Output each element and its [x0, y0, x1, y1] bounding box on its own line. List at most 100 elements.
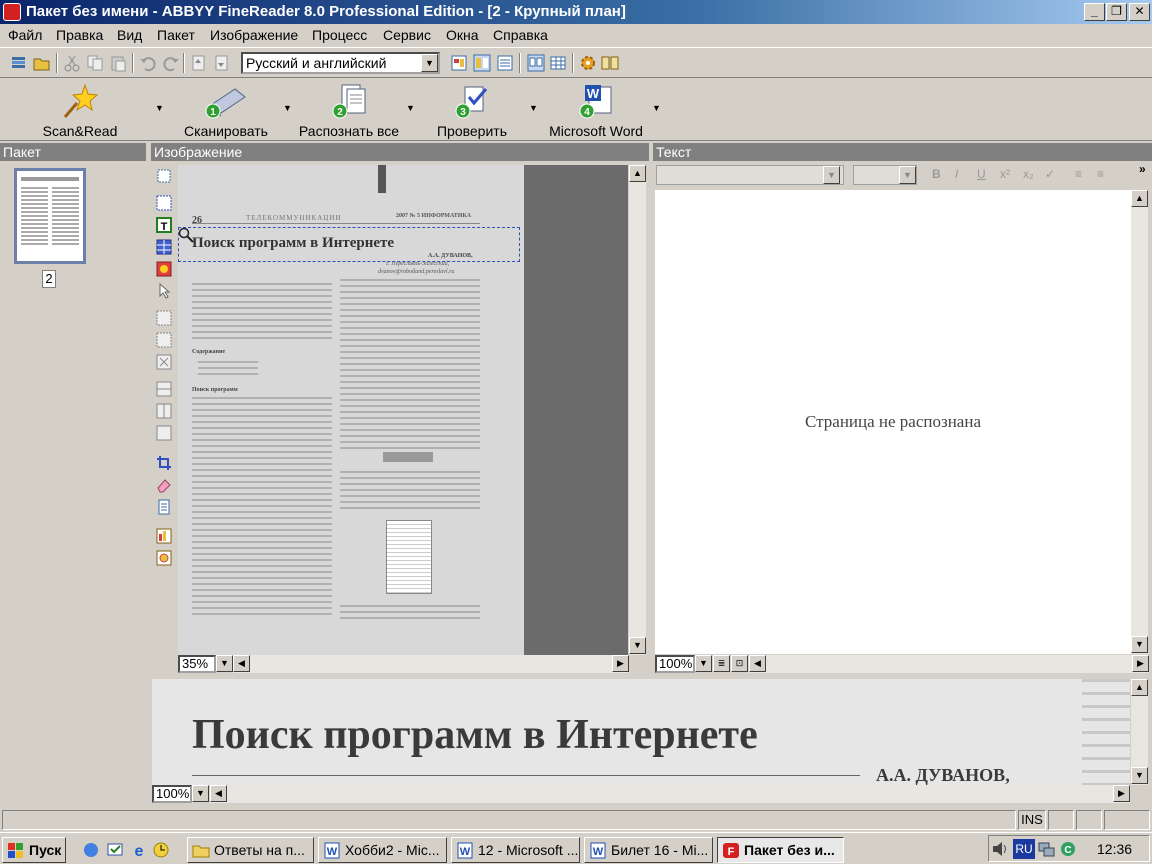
close-button[interactable]: ✕ [1129, 3, 1150, 21]
scroll-right-icon[interactable]: ▶ [1113, 785, 1130, 802]
scroll-down-icon[interactable]: ▼ [629, 637, 646, 654]
add-area-icon[interactable] [156, 310, 172, 326]
start-button[interactable]: Пуск [2, 837, 66, 863]
task-word-12[interactable]: W 12 - Microsoft ... [451, 837, 580, 863]
layout-text-icon[interactable] [496, 54, 514, 72]
eraser-icon[interactable] [156, 477, 172, 493]
font-size-dropdown-icon[interactable]: ▼ [899, 166, 916, 184]
restore-button[interactable]: ❐ [1106, 3, 1127, 21]
menu-file[interactable]: Файл [8, 27, 42, 43]
volume-icon[interactable] [991, 840, 1009, 858]
zoom-zoom-dropdown[interactable]: ▼ [192, 785, 209, 802]
align-left-icon[interactable]: ≡ [1075, 167, 1082, 181]
text-zoom-input[interactable]: 100% [655, 655, 695, 673]
font-dropdown-icon[interactable]: ▼ [823, 166, 840, 184]
scan-dropdown[interactable]: ▼ [283, 103, 293, 113]
italic-icon[interactable]: I [955, 167, 958, 181]
superscript-icon[interactable]: x² [1000, 167, 1010, 181]
text-hscrollbar[interactable]: ◀ ▶ [749, 655, 1149, 673]
language-indicator[interactable]: RU [1013, 839, 1035, 859]
task-finereader[interactable]: F Пакет без и... [717, 837, 844, 863]
image-vscrollbar[interactable]: ▲ ▼ [629, 165, 646, 655]
redo-icon[interactable] [162, 54, 180, 72]
task-word-hobby[interactable]: W Хобби2 - Mic... [318, 837, 447, 863]
picture-area-icon[interactable] [156, 261, 172, 277]
open-icon[interactable] [33, 54, 51, 72]
subscript-icon[interactable]: x₂ [1023, 167, 1034, 181]
recognize-all-button[interactable]: 2 Распознать все [296, 79, 402, 141]
scroll-left-icon[interactable]: ◀ [749, 655, 766, 672]
image-hscrollbar[interactable]: ◀ ▶ [233, 655, 629, 673]
task-folder-answers[interactable]: Ответы на п... [187, 837, 314, 863]
view-mode-text-icon[interactable]: ≣ [713, 655, 730, 672]
scroll-up-icon[interactable]: ▲ [629, 165, 646, 182]
menu-tools[interactable]: Сервис [383, 27, 431, 43]
delete-area-icon[interactable] [156, 354, 172, 370]
menu-help[interactable]: Справка [493, 27, 548, 43]
view-mode-page-icon[interactable]: ⊡ [731, 655, 748, 672]
chevron-down-icon[interactable]: ▼ [421, 54, 438, 72]
menu-image[interactable]: Изображение [210, 27, 298, 43]
language-select[interactable]: Русский и английский [241, 52, 440, 74]
zoom-hscrollbar[interactable]: ◀ ▶ [210, 785, 1130, 803]
pointer-icon[interactable] [156, 283, 172, 299]
page-down-icon[interactable] [213, 54, 231, 72]
quicklaunch-clock-icon[interactable] [152, 841, 170, 859]
spell-check-icon[interactable]: ✓ [1045, 167, 1055, 181]
scroll-down-icon[interactable]: ▼ [1131, 636, 1148, 653]
scroll-right-icon[interactable]: ▶ [612, 655, 629, 672]
select-area-icon[interactable] [156, 195, 172, 211]
cut-area-icon[interactable] [156, 332, 172, 348]
page-thumbnail[interactable] [14, 168, 86, 264]
view-pages-icon[interactable] [527, 54, 545, 72]
zoom-view[interactable]: Поиск программ в Интернете А.А. ДУВАНОВ, [152, 679, 1130, 785]
selected-text-area[interactable] [178, 227, 520, 262]
network-icon[interactable] [1037, 840, 1055, 858]
crop-icon[interactable] [156, 455, 172, 471]
gear-icon[interactable] [579, 54, 597, 72]
recognize-dropdown[interactable]: ▼ [406, 103, 416, 113]
word-dropdown[interactable]: ▼ [652, 103, 662, 113]
properties-icon[interactable] [156, 499, 172, 515]
fit-page-icon[interactable] [156, 168, 172, 184]
menu-edit[interactable]: Правка [56, 27, 103, 43]
microsoft-word-button[interactable]: W4 Microsoft Word [544, 79, 648, 141]
table-column-icon[interactable] [156, 403, 172, 419]
text-area-icon[interactable]: T [156, 217, 172, 233]
image-edit-icon[interactable] [156, 550, 172, 566]
undo-icon[interactable] [139, 54, 157, 72]
layout-split-icon[interactable] [473, 54, 491, 72]
image-zoom-dropdown[interactable]: ▼ [216, 655, 233, 672]
font-select[interactable] [656, 165, 844, 185]
align-center-icon[interactable]: ≡ [1097, 167, 1104, 181]
scroll-up-icon[interactable]: ▲ [1131, 679, 1148, 696]
copy-icon[interactable] [86, 54, 104, 72]
layout-image-icon[interactable] [450, 54, 468, 72]
scan-button[interactable]: 1 Сканировать [178, 79, 274, 141]
scan-and-read-button[interactable]: Scan&Read [30, 79, 130, 141]
menu-view[interactable]: Вид [117, 27, 142, 43]
menu-batch[interactable]: Пакет [157, 27, 195, 43]
book-icon[interactable] [601, 54, 619, 72]
table-area-icon[interactable] [156, 239, 172, 255]
image-zoom-input[interactable]: 35% [178, 655, 216, 673]
paste-icon[interactable] [109, 54, 127, 72]
bold-icon[interactable]: B [932, 167, 941, 181]
quicklaunch-desktop-icon[interactable] [106, 841, 124, 859]
more-tools-icon[interactable]: » [1139, 162, 1146, 176]
page-up-icon[interactable] [190, 54, 208, 72]
scroll-up-icon[interactable]: ▲ [1131, 190, 1148, 207]
menu-windows[interactable]: Окна [446, 27, 479, 43]
quicklaunch-ie-settings-icon[interactable] [82, 841, 100, 859]
scroll-down-icon[interactable]: ▼ [1131, 767, 1148, 784]
cut-icon[interactable] [63, 54, 81, 72]
check-dropdown[interactable]: ▼ [529, 103, 539, 113]
image-settings-icon[interactable] [156, 528, 172, 544]
zoom-vscrollbar[interactable]: ▲ ▼ [1131, 679, 1148, 785]
view-table-icon[interactable] [549, 54, 567, 72]
underline-icon[interactable]: U [977, 167, 986, 181]
image-view[interactable]: 26 ТЕЛЕКОММУНИКАЦИИ 2007 № 5 ИНФОРМАТИКА… [178, 165, 628, 655]
minimize-button[interactable]: _ [1084, 3, 1105, 21]
text-vscrollbar[interactable]: ▲ ▼ [1131, 190, 1148, 654]
scroll-left-icon[interactable]: ◀ [233, 655, 250, 672]
